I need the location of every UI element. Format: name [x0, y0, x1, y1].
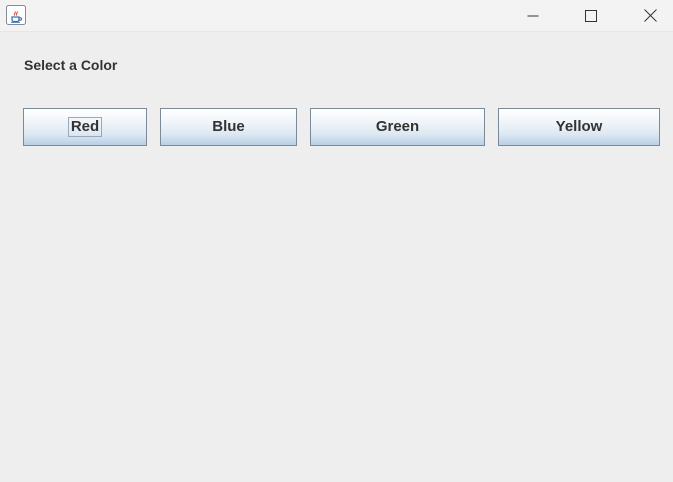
blue-button[interactable]: Blue [160, 108, 297, 146]
page-title: Select a Color [24, 57, 118, 73]
close-button[interactable] [627, 0, 673, 31]
java-app-icon[interactable] [6, 5, 26, 25]
yellow-button-label: Yellow [555, 118, 603, 135]
close-icon [643, 9, 657, 22]
minimize-icon [527, 10, 539, 22]
green-button[interactable]: Green [310, 108, 485, 146]
minimize-button[interactable] [510, 0, 556, 31]
app-window: Select a Color Red Blue Green Yellow [0, 0, 673, 482]
title-bar[interactable] [0, 0, 673, 32]
blue-button-label: Blue [212, 118, 245, 135]
maximize-button[interactable] [568, 0, 614, 31]
red-button-label: Red [67, 117, 103, 137]
yellow-button[interactable]: Yellow [498, 108, 660, 146]
green-button-label: Green [375, 118, 420, 135]
red-button[interactable]: Red [23, 108, 147, 146]
maximize-icon [585, 9, 597, 22]
